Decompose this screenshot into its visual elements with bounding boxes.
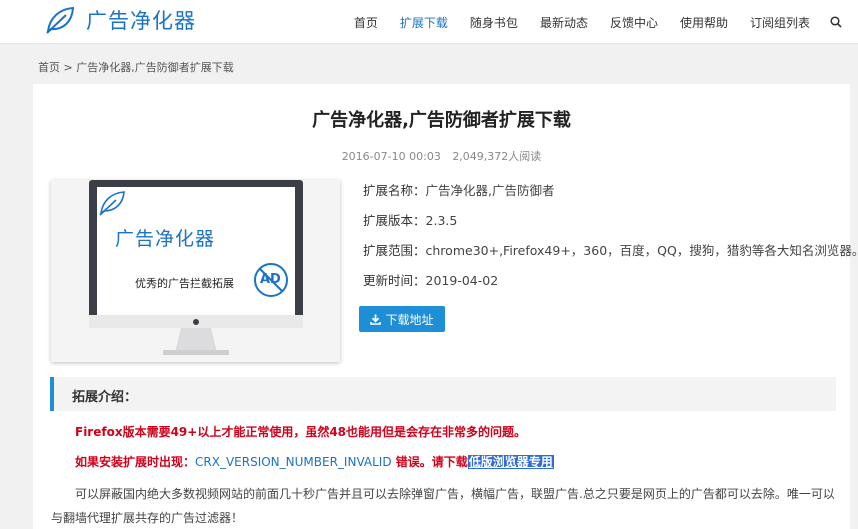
- nav-help[interactable]: 使用帮助: [680, 14, 728, 31]
- info-version-label: 扩展版本：: [363, 213, 426, 228]
- info-updated-row: 更新时间：2019-04-02: [363, 270, 858, 300]
- nav-extension-download[interactable]: 扩展下载: [400, 14, 448, 31]
- site-header: 广告净化器 首页 扩展下载 随身书包 最新动态 反馈中心 使用帮助 订阅组列表: [0, 0, 858, 44]
- breadcrumb-current: 广告净化器,广告防御者扩展下载: [76, 61, 234, 74]
- info-updated-label: 更新时间：: [363, 273, 426, 288]
- download-button[interactable]: 下载地址: [359, 306, 445, 332]
- firefox-note: Firefox版本需要49+以上才能正常使用，虽然48也能用但是会存在非常多的问…: [75, 425, 527, 439]
- nav-home[interactable]: 首页: [354, 14, 378, 31]
- legacy-browser-link[interactable]: 低版浏览器专用: [467, 455, 554, 469]
- logo-text: 广告净化器: [86, 9, 196, 33]
- nav-bookbag[interactable]: 随身书包: [470, 14, 518, 31]
- info-scope-row: 扩展范围：chrome30+,Firefox49+，360，百度，QQ，搜狗，猎…: [363, 240, 858, 270]
- intro-paragraph: 可以屏蔽国内绝大多数视频网站的前面几十秒广告并且可以去除弹窗广告，横幅广告，联盟…: [51, 487, 835, 525]
- download-button-label: 下载地址: [385, 312, 434, 327]
- info-name-label: 扩展名称：: [363, 183, 426, 198]
- search-icon[interactable]: [830, 16, 842, 28]
- section-title: 拓展介绍：: [72, 390, 138, 405]
- install-error-prefix: 如果安装扩展时出现：: [75, 455, 196, 469]
- nav-subscriptions[interactable]: 订阅组列表: [750, 14, 810, 31]
- main-nav: 首页 扩展下载 随身书包 最新动态 反馈中心 使用帮助 订阅组列表: [332, 0, 842, 44]
- leaf-logo-icon: [46, 6, 75, 34]
- info-updated-value: 2019-04-02: [425, 273, 499, 288]
- article-title: 广告净化器,广告防御者扩展下载: [312, 110, 571, 131]
- install-error-note: 如果安装扩展时出现：CRX_VERSION_NUMBER_INVALID 错误。…: [75, 453, 554, 470]
- breadcrumb-home[interactable]: 首页: [38, 61, 60, 74]
- article-views: 2,049,372人阅读: [452, 150, 542, 163]
- info-scope-label: 扩展范围：: [363, 243, 426, 258]
- extension-thumbnail: 广告净化器 优秀的广告拦截拓展 AD: [51, 180, 340, 362]
- info-name-row: 扩展名称：广告净化器,广告防御者: [363, 180, 858, 210]
- site-logo[interactable]: 广告净化器: [44, 5, 196, 35]
- article-card: 广告净化器,广告防御者扩展下载 2016-07-10 00:03 2,049,3…: [33, 84, 858, 529]
- thumbnail-brand: 广告净化器: [115, 228, 216, 250]
- nav-feedback[interactable]: 反馈中心: [610, 14, 658, 31]
- info-name-value: 广告净化器,广告防御者: [425, 183, 555, 198]
- thumbnail-tagline: 优秀的广告拦截拓展: [135, 277, 234, 290]
- info-scope-value: chrome30+,Firefox49+，360，百度，QQ，搜狗，猎豹等各大知…: [425, 243, 858, 258]
- breadcrumb: 首页 > 广告净化器,广告防御者扩展下载: [38, 59, 234, 75]
- article-date: 2016-07-10 00:03: [341, 150, 441, 163]
- error-code: CRX_VERSION_NUMBER_INVALID: [195, 455, 392, 469]
- extension-info: 扩展名称：广告净化器,广告防御者 扩展版本：2.3.5 扩展范围：chrome3…: [363, 180, 858, 300]
- monitor-illustration: [89, 180, 303, 355]
- info-version-row: 扩展版本：2.3.5: [363, 210, 858, 240]
- install-error-mid: 错误。请下载: [391, 455, 468, 469]
- breadcrumb-separator: >: [60, 61, 77, 74]
- download-icon: [370, 314, 382, 325]
- thumbnail-ad-badge: AD: [260, 272, 281, 287]
- info-version-value: 2.3.5: [425, 213, 458, 228]
- article-meta: 2016-07-10 00:03 2,049,372人阅读: [33, 148, 850, 164]
- nav-news[interactable]: 最新动态: [540, 14, 588, 31]
- section-header: 拓展介绍：: [50, 377, 836, 411]
